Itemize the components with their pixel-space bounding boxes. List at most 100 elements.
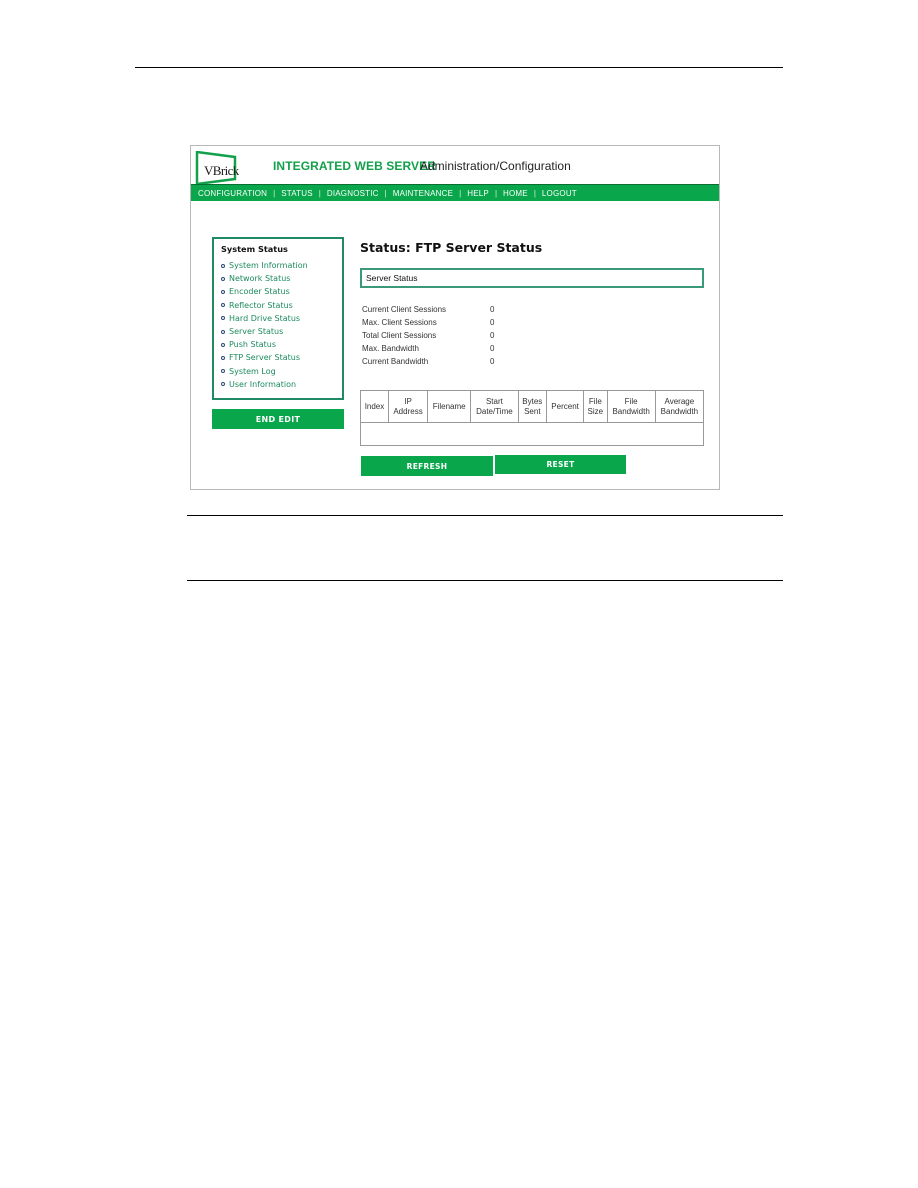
col-header-text: IP — [404, 396, 412, 406]
sidebar-item-user-information[interactable]: User Information — [221, 378, 342, 391]
col-header-text: Bytes — [522, 396, 543, 406]
refresh-button[interactable]: REFRESH — [361, 456, 493, 476]
section-header: Server Status — [360, 268, 704, 288]
sidebar-item-label: Reflector Status — [229, 300, 293, 310]
col-header-text: Index — [364, 401, 385, 411]
col-filename: Filename — [427, 390, 472, 423]
end-edit-button[interactable]: END EDIT — [212, 409, 344, 429]
nav-separator: | — [384, 188, 387, 198]
nav-logout[interactable]: LOGOUT — [542, 189, 577, 198]
stat-label: Current Client Sessions — [362, 305, 447, 314]
sidebar-item-label: Hard Drive Status — [229, 313, 301, 323]
bullet-icon — [221, 342, 225, 347]
bullet-icon — [221, 329, 225, 334]
stat-label: Total Client Sessions — [362, 331, 437, 340]
logo-text: VBrick — [204, 163, 239, 178]
col-header-text: Filename — [432, 401, 466, 411]
stat-value: 0 — [490, 305, 495, 314]
nav-separator: | — [273, 188, 276, 198]
stat-row: Max. Bandwidth 0 — [362, 342, 494, 355]
reset-button[interactable]: RESET — [495, 455, 626, 474]
sidebar-item-server-status[interactable]: Server Status — [221, 325, 342, 338]
stat-value: 0 — [490, 318, 495, 327]
stat-value: 0 — [490, 331, 495, 340]
col-bytes-sent: Bytes Sent — [517, 390, 548, 423]
col-file-size: File Size — [583, 390, 608, 423]
bullet-icon — [221, 289, 225, 294]
stat-row: Current Client Sessions 0 — [362, 303, 494, 316]
sidebar-item-encoder-status[interactable]: Encoder Status — [221, 285, 342, 298]
col-header-text: Bandwidth — [660, 406, 699, 416]
stat-label: Max. Client Sessions — [362, 318, 437, 327]
col-average-bandwidth: Average Bandwidth — [654, 390, 705, 423]
note-top-rule — [187, 515, 783, 516]
col-ip-address: IP Address — [387, 390, 429, 423]
sidebar-item-label: Network Status — [229, 274, 291, 284]
table-header-row: Index IP Address Filename Start Date/Time … — [360, 390, 705, 423]
nav-separator: | — [533, 188, 536, 198]
nav-configuration[interactable]: CONFIGURATION — [198, 189, 267, 198]
col-start-datetime: Start Date/Time — [470, 390, 519, 423]
sidebar-item-label: Server Status — [229, 327, 284, 337]
page-top-rule — [135, 67, 783, 68]
web-ui-screenshot: VBrick INTEGRATED WEB SERVER Administrat… — [190, 145, 720, 490]
sidebar-item-system-log[interactable]: System Log — [221, 365, 342, 378]
sidebar: System Status System Information Network… — [212, 237, 344, 400]
nav-separator: | — [318, 188, 321, 198]
note-bottom-rule — [187, 580, 783, 581]
nav-maintenance[interactable]: MAINTENANCE — [393, 189, 453, 198]
sidebar-item-label: FTP Server Status — [229, 353, 300, 363]
header-subtitle: Administration/Configuration — [420, 159, 571, 173]
sidebar-item-label: User Information — [229, 379, 297, 389]
bullet-icon — [221, 382, 225, 387]
server-stats: Current Client Sessions 0 Max. Client Ses… — [362, 303, 494, 368]
sidebar-item-hard-drive-status[interactable]: Hard Drive Status — [221, 312, 342, 325]
bullet-icon — [221, 276, 225, 281]
sidebar-item-reflector-status[interactable]: Reflector Status — [221, 299, 342, 312]
sidebar-item-label: System Log — [229, 366, 276, 376]
nav-separator: | — [459, 188, 462, 198]
sidebar-item-push-status[interactable]: Push Status — [221, 338, 342, 351]
sidebar-item-system-information[interactable]: System Information — [221, 259, 342, 272]
col-header-text: Date/Time — [476, 406, 513, 416]
stat-value: 0 — [490, 344, 495, 353]
col-percent: Percent — [546, 390, 585, 423]
nav-help[interactable]: HELP — [467, 189, 489, 198]
stat-row: Current Bandwidth 0 — [362, 355, 494, 368]
col-header-text: File — [624, 396, 638, 406]
nav-home[interactable]: HOME — [503, 189, 528, 198]
empty-cell — [360, 422, 704, 446]
nav-status[interactable]: STATUS — [281, 189, 313, 198]
stat-label: Current Bandwidth — [362, 357, 429, 366]
stat-row: Max. Client Sessions 0 — [362, 316, 494, 329]
col-file-bandwidth: File Bandwidth — [606, 390, 656, 423]
col-header-text: Address — [393, 406, 423, 416]
stat-value: 0 — [490, 357, 495, 366]
product-name: INTEGRATED WEB SERVER — [273, 159, 437, 173]
col-header-text: Start — [485, 396, 503, 406]
sidebar-item-label: Push Status — [229, 340, 277, 350]
ftp-sessions-table: Index IP Address Filename Start Date/Time … — [360, 390, 705, 446]
col-index: Index — [360, 390, 389, 423]
col-header-text: Average — [664, 396, 695, 406]
nav-diagnostic[interactable]: DIAGNOSTIC — [327, 189, 379, 198]
sidebar-item-label: System Information — [229, 261, 308, 271]
bullet-icon — [221, 369, 225, 374]
section-title: Server Status — [366, 273, 418, 283]
col-header-text: Percent — [551, 401, 579, 411]
col-header-text: Sent — [524, 406, 541, 416]
col-header-text: Bandwidth — [612, 406, 650, 416]
sidebar-item-ftp-server-status[interactable]: FTP Server Status — [221, 351, 342, 364]
stat-row: Total Client Sessions 0 — [362, 329, 494, 342]
bullet-icon — [221, 303, 225, 308]
top-nav: CONFIGURATION | STATUS | DIAGNOSTIC | MA… — [191, 184, 719, 201]
col-header-text: Size — [587, 406, 604, 416]
vbrick-logo: VBrick — [195, 151, 239, 185]
sidebar-item-network-status[interactable]: Network Status — [221, 272, 342, 285]
bullet-icon — [221, 355, 225, 360]
col-header-text: File — [588, 396, 602, 406]
bullet-icon — [221, 316, 225, 321]
stat-label: Max. Bandwidth — [362, 344, 419, 353]
nav-separator: | — [494, 188, 498, 198]
sidebar-item-label: Encoder Status — [229, 287, 290, 297]
